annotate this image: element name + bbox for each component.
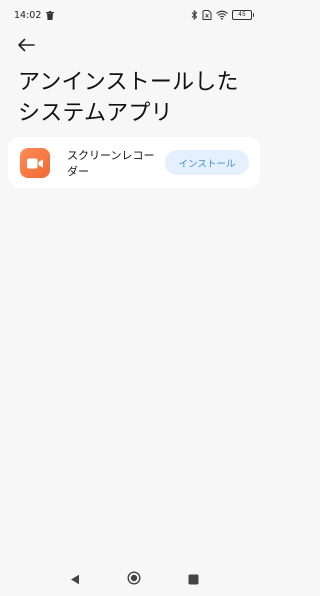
status-time: 14:02 xyxy=(14,9,42,21)
navigation-bar xyxy=(0,562,268,596)
nav-home-button[interactable] xyxy=(123,568,145,590)
wifi-icon xyxy=(216,10,228,20)
page-title: アンインストールした システムアプリ xyxy=(18,70,239,126)
sim-card-icon xyxy=(202,10,212,20)
nav-recents-button[interactable] xyxy=(182,568,204,590)
trash-icon xyxy=(46,10,55,20)
app-list-item[interactable]: スクリーンレコーダー インストール xyxy=(8,137,260,188)
status-right: 45 xyxy=(191,10,254,20)
status-left: 14:02 xyxy=(14,9,55,21)
recents-square-icon xyxy=(188,570,199,589)
video-camera-icon xyxy=(20,148,50,178)
battery-tip xyxy=(252,13,254,17)
back-triangle-icon xyxy=(70,570,80,589)
battery-icon: 45 xyxy=(232,10,254,20)
battery-level: 45 xyxy=(232,10,252,20)
bluetooth-icon xyxy=(191,10,198,20)
home-circle-icon xyxy=(127,570,141,589)
back-button[interactable] xyxy=(12,34,40,58)
app-name: スクリーンレコーダー xyxy=(67,149,155,178)
arrow-left-icon xyxy=(17,37,35,56)
nav-back-button[interactable] xyxy=(64,568,86,590)
status-bar: 14:02 45 xyxy=(0,0,268,30)
install-button[interactable]: インストール xyxy=(165,150,249,175)
